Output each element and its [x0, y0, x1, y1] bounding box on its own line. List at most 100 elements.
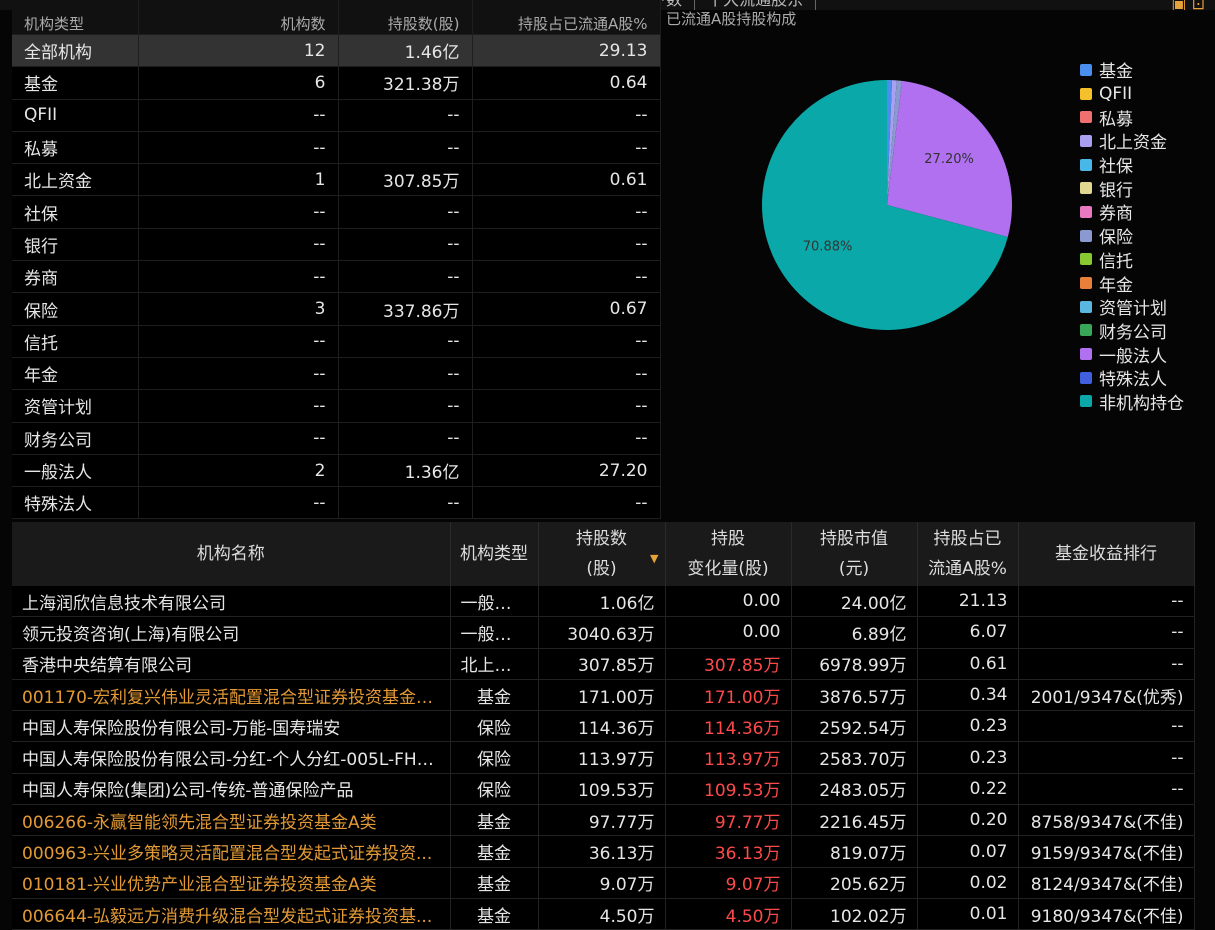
- summary-row[interactable]: 年金 -- -- --: [12, 357, 661, 391]
- summary-cell-shares: --: [338, 486, 473, 520]
- detail-row[interactable]: 上海润欣信息技术有限公司 一般法人 1.06亿 0.00 24.00亿 21.13 --: [12, 586, 1195, 618]
- detail-row[interactable]: 中国人寿保险股份有限公司-分红-个人分红-005L-FH0... 保险 113.97…: [12, 741, 1195, 774]
- detail-header-0[interactable]: 机构名称: [12, 522, 451, 586]
- legend-item[interactable]: 非机构持仓: [1080, 390, 1184, 414]
- detail-header-line1: 持股市值: [820, 529, 888, 549]
- detail-cell-name[interactable]: 上海润欣信息技术有限公司: [12, 586, 451, 618]
- legend-label: 保险: [1099, 228, 1133, 249]
- summary-header-count[interactable]: 机构数: [138, 0, 339, 35]
- detail-cell-name[interactable]: 中国人寿保险股份有限公司-分红-个人分红-005L-FH0...: [12, 741, 451, 774]
- summary-row[interactable]: 社保 -- -- --: [12, 195, 661, 229]
- legend-item[interactable]: 财务公司: [1080, 319, 1184, 343]
- detail-row[interactable]: 006644-弘毅远方消费升级混合型发起式证券投资基... 基金 4.50万 4.50…: [12, 898, 1195, 930]
- detail-cell-pct: 0.02: [917, 867, 1019, 899]
- summary-cell-pct: 27.20: [472, 454, 661, 488]
- legend-item[interactable]: 信托: [1080, 248, 1184, 272]
- legend-item[interactable]: 社保: [1080, 153, 1184, 177]
- lock-icon[interactable]: ⊡: [1192, 0, 1205, 10]
- legend-label: 社保: [1099, 157, 1133, 178]
- legend-swatch: [1080, 300, 1092, 313]
- detail-cell-name[interactable]: 中国人寿保险股份有限公司-万能-国寿瑞安: [12, 710, 451, 743]
- detail-cell-rank: --: [1018, 648, 1195, 680]
- detail-row[interactable]: 000963-兴业多策略灵活配置混合型发起式证券投资... 基金 36.13万 36.…: [12, 835, 1195, 868]
- detail-cell-pct: 0.22: [917, 773, 1019, 806]
- detail-row[interactable]: 中国人寿保险股份有限公司-万能-国寿瑞安 保险 114.36万 114.36万 2592…: [12, 710, 1195, 743]
- legend-item[interactable]: 基金: [1080, 58, 1184, 82]
- detail-header-5[interactable]: 持股占已 流通A股%: [917, 522, 1019, 586]
- detail-cell-rank: 9180/9347&(不佳): [1018, 898, 1195, 930]
- detail-cell-name[interactable]: 006644-弘毅远方消费升级混合型发起式证券投资基...: [12, 898, 451, 930]
- summary-row[interactable]: 私募 -- -- --: [12, 131, 661, 165]
- legend-item[interactable]: 北上资金: [1080, 129, 1184, 153]
- detail-row[interactable]: 010181-兴业优势产业混合型证券投资基金A类 基金 9.07万 9.07万 205.…: [12, 867, 1195, 899]
- summary-cell-shares: --: [338, 228, 473, 262]
- summary-cell-pct: 29.13: [472, 34, 661, 68]
- detail-row[interactable]: 006266-永赢智能领先混合型证券投资基金A类 基金 97.77万 97.77万 22…: [12, 804, 1195, 837]
- summary-row[interactable]: 北上资金 1 307.85万 0.61: [12, 163, 661, 197]
- summary-row[interactable]: 基金 6 321.38万 0.64: [12, 66, 661, 100]
- detail-header-1[interactable]: 机构类型: [450, 522, 539, 586]
- detail-cell-shares: 171.00万: [538, 679, 666, 712]
- summary-row[interactable]: QFII -- -- --: [12, 99, 661, 132]
- summary-row[interactable]: 特殊法人 -- -- --: [12, 486, 661, 520]
- detail-cell-rank: 8124/9347&(不佳): [1018, 867, 1195, 899]
- detail-cell-name[interactable]: 中国人寿保险(集团)公司-传统-普通保险产品: [12, 773, 451, 806]
- pie-chart-title: 已流通A股持股构成: [666, 10, 797, 28]
- export-icon[interactable]: ▣: [1171, 0, 1186, 10]
- detail-cell-name[interactable]: 001170-宏利复兴伟业灵活配置混合型证券投资基金A类: [12, 679, 451, 712]
- legend-item[interactable]: 特殊法人: [1080, 366, 1184, 390]
- detail-header-2[interactable]: 持股数 (股) ▼: [538, 522, 666, 586]
- summary-row[interactable]: 财务公司 -- -- --: [12, 422, 661, 455]
- detail-cell-type: 基金: [450, 898, 539, 930]
- detail-cell-value: 3876.57万: [791, 679, 918, 712]
- summary-row[interactable]: 银行 -- -- --: [12, 228, 661, 262]
- summary-row[interactable]: 券商 -- -- --: [12, 260, 661, 294]
- summary-header-type[interactable]: 机构类型: [12, 0, 139, 35]
- summary-row[interactable]: 全部机构 12 1.46亿 29.13: [12, 34, 661, 68]
- detail-cell-value: 2592.54万: [791, 710, 918, 743]
- legend-item[interactable]: QFII: [1080, 82, 1184, 106]
- summary-cell-shares: --: [338, 260, 473, 294]
- legend-item[interactable]: 保险: [1080, 224, 1184, 248]
- detail-header-3[interactable]: 持股 变化量(股): [665, 522, 792, 586]
- legend-item[interactable]: 私募: [1080, 105, 1184, 130]
- detail-row[interactable]: 领元投资咨询(上海)有限公司 一般法人 3040.63万 0.00 6.89亿 6.07-…: [12, 616, 1195, 649]
- detail-cell-name[interactable]: 香港中央结算有限公司: [12, 648, 451, 680]
- detail-cell-name[interactable]: 010181-兴业优势产业混合型证券投资基金A类: [12, 867, 451, 899]
- summary-cell-shares: --: [338, 325, 473, 358]
- summary-cell-pct: --: [472, 357, 661, 391]
- summary-row[interactable]: 资管计划 -- -- --: [12, 389, 661, 423]
- summary-header-shares[interactable]: 持股数(股): [338, 0, 473, 35]
- summary-row[interactable]: 保险 3 337.86万 0.67: [12, 292, 661, 326]
- legend-item[interactable]: 银行: [1080, 176, 1184, 201]
- detail-cell-name[interactable]: 006266-永赢智能领先混合型证券投资基金A类: [12, 804, 451, 837]
- holding-structure-pie: 27.20% 70.88%: [762, 80, 1012, 330]
- institution-detail-table: 机构名称 机构类型 持股数 (股) ▼ 持股 变化量(股) 持股市值 (元) 持股占已 流通A股% 基…: [12, 522, 1195, 930]
- detail-cell-name[interactable]: 000963-兴业多策略灵活配置混合型发起式证券投资...: [12, 835, 451, 868]
- summary-row[interactable]: 一般法人 2 1.36亿 27.20: [12, 454, 661, 488]
- detail-cell-pct: 0.01: [917, 898, 1019, 930]
- detail-cell-type: 基金: [450, 804, 539, 837]
- detail-cell-value: 6.89亿: [791, 616, 918, 649]
- summary-cell-count: --: [138, 389, 339, 423]
- sort-desc-icon[interactable]: ▼: [650, 544, 658, 574]
- detail-row[interactable]: 香港中央结算有限公司 北上资金 307.85万 307.85万 6978.99万 0.61…: [12, 648, 1195, 680]
- legend-item[interactable]: 资管计划: [1080, 295, 1184, 319]
- detail-header-4[interactable]: 持股市值 (元): [791, 522, 918, 586]
- legend-swatch: [1080, 324, 1092, 337]
- detail-cell-change: 36.13万: [665, 835, 792, 868]
- detail-row[interactable]: 001170-宏利复兴伟业灵活配置混合型证券投资基金A类 基金 171.00万 171…: [12, 679, 1195, 712]
- summary-cell-shares: --: [338, 422, 473, 455]
- detail-cell-name[interactable]: 领元投资咨询(上海)有限公司: [12, 616, 451, 649]
- legend-item[interactable]: 一般法人: [1080, 342, 1184, 367]
- legend-item[interactable]: 券商: [1080, 200, 1184, 224]
- detail-cell-rank: --: [1018, 710, 1195, 743]
- summary-cell-pct: --: [472, 228, 661, 262]
- detail-cell-type: 一般法人: [450, 616, 539, 649]
- summary-row[interactable]: 信托 -- -- --: [12, 325, 661, 358]
- summary-cell-type: 北上资金: [12, 163, 139, 197]
- detail-header-6[interactable]: 基金收益排行: [1018, 522, 1195, 586]
- legend-item[interactable]: 年金: [1080, 271, 1184, 296]
- summary-header-pct[interactable]: 持股占已流通A股%: [472, 0, 661, 35]
- detail-row[interactable]: 中国人寿保险(集团)公司-传统-普通保险产品 保险 109.53万 109.53万 24…: [12, 773, 1195, 806]
